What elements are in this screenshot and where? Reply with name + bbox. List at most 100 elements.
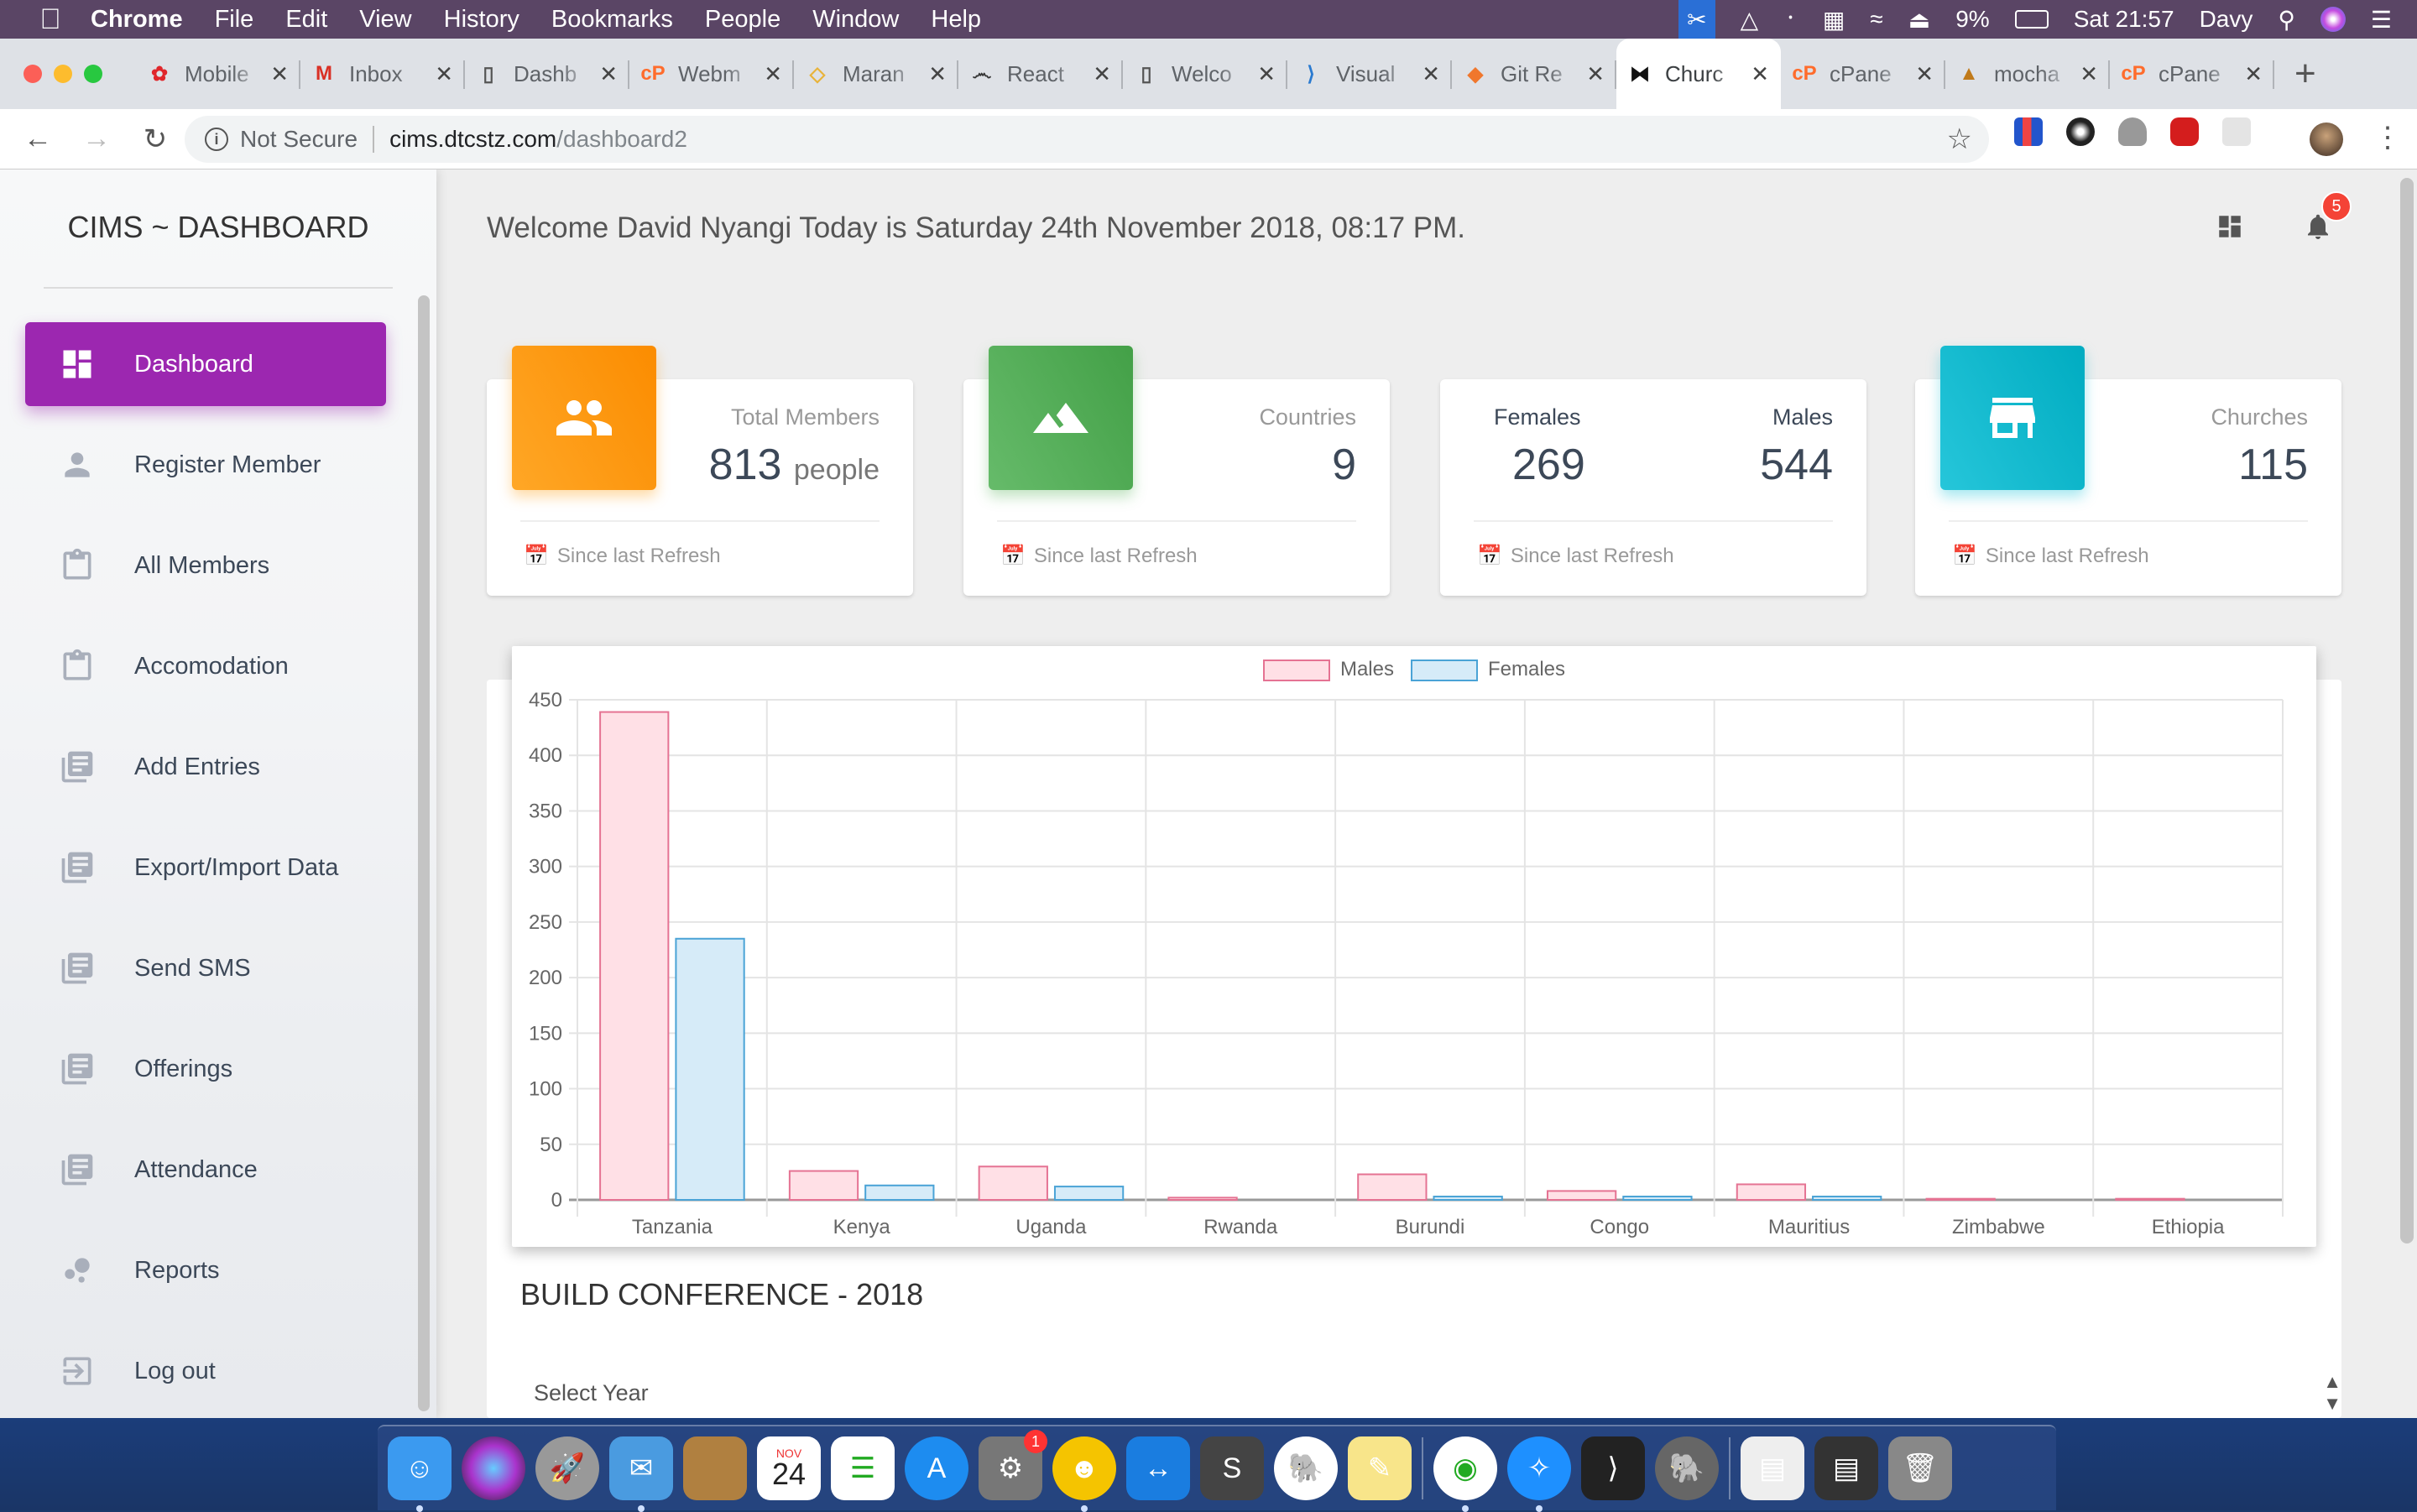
page-scrollbar[interactable] <box>2400 178 2414 1243</box>
dock-siri-icon[interactable] <box>462 1436 525 1500</box>
bookmark-star-icon[interactable]: ☆ <box>1947 123 1972 156</box>
dock-calendar-icon[interactable]: NOV 24 <box>757 1436 821 1500</box>
browser-tab[interactable]: ✿ Mobile ✕ <box>136 39 300 109</box>
maximize-window-button[interactable] <box>84 65 102 83</box>
battery-percent[interactable]: 9% <box>1955 6 1989 33</box>
dock-chrome-icon[interactable]: ◉ <box>1433 1436 1497 1512</box>
close-tab-icon[interactable]: ✕ <box>599 61 618 87</box>
menu-window[interactable]: Window <box>812 6 899 34</box>
menu-people[interactable]: People <box>705 6 780 34</box>
back-button[interactable]: ← <box>8 123 67 155</box>
spotlight-search-icon[interactable]: ⚲ <box>2278 6 2295 34</box>
dock-sublime-text-icon[interactable]: S <box>1200 1436 1264 1500</box>
dock-preview-icon[interactable]: ▤ <box>1814 1436 1878 1500</box>
adblock-extension-icon[interactable] <box>2170 117 2199 146</box>
dock-system-preferences-icon[interactable]: ⚙ 1 <box>979 1430 1047 1500</box>
close-tab-icon[interactable]: ✕ <box>1915 61 1934 87</box>
browser-tab[interactable]: ⧓ Churc ✕ <box>1616 39 1781 109</box>
sidebar-item-accomodation[interactable]: Accomodation <box>25 624 386 708</box>
forward-button[interactable]: → <box>67 123 126 155</box>
notifications-button[interactable]: 5 <box>2303 191 2352 246</box>
menu-file[interactable]: File <box>215 6 254 34</box>
browser-tab[interactable]: cP cPane ✕ <box>1781 39 1945 109</box>
menu-edit[interactable]: Edit <box>285 6 327 34</box>
airplay-icon[interactable]: △ <box>1741 6 1759 34</box>
menu-view[interactable]: View <box>359 6 411 34</box>
browser-tab[interactable]: ⟩ Visual ✕ <box>1287 39 1452 109</box>
url-path[interactable]: /dashboard2 <box>556 126 687 153</box>
browser-tab[interactable]: M Inbox ✕ <box>300 39 465 109</box>
close-tab-icon[interactable]: ✕ <box>2244 61 2263 87</box>
dock-finder-icon[interactable]: ☺ <box>388 1436 452 1512</box>
eject-icon[interactable]: ⏏ <box>1908 6 1930 34</box>
dock-trash-icon[interactable]: 🗑 <box>1888 1436 1952 1500</box>
sidebar-item-attendance[interactable]: Attendance <box>25 1128 386 1212</box>
menu-help[interactable]: Help <box>931 6 981 34</box>
close-tab-icon[interactable]: ✕ <box>764 61 782 87</box>
wifi-icon[interactable]: ≈ <box>1870 6 1882 33</box>
close-tab-icon[interactable]: ✕ <box>1257 61 1276 87</box>
siri-icon[interactable] <box>2320 7 2346 32</box>
chrome-menu-icon[interactable]: ⋮ <box>2373 121 2402 154</box>
browser-tab[interactable]: ◆ Git Re ✕ <box>1452 39 1616 109</box>
close-window-button[interactable] <box>23 65 42 83</box>
new-tab-button[interactable]: + <box>2294 53 2316 95</box>
dock-tableplus-icon[interactable]: 🐘 <box>1655 1436 1719 1500</box>
lighthouse-extension-icon[interactable] <box>2014 117 2043 146</box>
reload-button[interactable]: ↻ <box>126 123 185 156</box>
browser-tab[interactable]: ▯ Welco ✕ <box>1123 39 1287 109</box>
dock-preview-icon[interactable]: ▤ <box>1741 1436 1804 1500</box>
sidebar-item-offerings[interactable]: Offerings <box>25 1027 386 1111</box>
url-host[interactable]: cims.dtcstz.com <box>389 126 556 153</box>
sidebar-scrollbar[interactable] <box>418 295 430 1411</box>
sidebar-item-send-sms[interactable]: Send SMS <box>25 926 386 1010</box>
close-tab-icon[interactable]: ✕ <box>270 61 289 87</box>
sidebar-item-dashboard[interactable]: Dashboard <box>25 322 386 406</box>
sidebar-brand[interactable]: CIMS ~ DASHBOARD <box>0 210 436 245</box>
sidebar-item-log-out[interactable]: Log out <box>25 1329 386 1413</box>
close-tab-icon[interactable]: ✕ <box>2080 61 2098 87</box>
security-label[interactable]: Not Secure <box>240 126 358 153</box>
apple-menu-icon[interactable]:  <box>34 3 67 36</box>
helmet-extension-icon[interactable] <box>2066 117 2095 146</box>
address-bar[interactable]: i Not Secure cims.dtcstz.com/dashboard2 … <box>185 116 1989 163</box>
clock[interactable]: Sat 21:57 <box>2074 6 2174 33</box>
sidebar-item-register-member[interactable]: Register Member <box>25 423 386 507</box>
keyboard-icon[interactable]: ▦ <box>1823 6 1845 34</box>
sidebar-item-add-entries[interactable]: Add Entries <box>25 725 386 809</box>
menu-bookmarks[interactable]: Bookmarks <box>551 6 673 34</box>
dock-teamviewer-icon[interactable]: ↔ <box>1126 1436 1190 1500</box>
dock-reminders-icon[interactable]: ☰ <box>831 1436 895 1500</box>
dock-stickies-icon[interactable]: ✎ <box>1348 1436 1412 1500</box>
close-tab-icon[interactable]: ✕ <box>1093 61 1111 87</box>
dashboard-toggle-button[interactable] <box>2216 212 2244 245</box>
select-year-dropdown[interactable]: Select Year ▲ ▼ <box>520 1368 2367 1418</box>
sidebar-item-all-members[interactable]: All Members <box>25 524 386 607</box>
sidebar-item-reports[interactable]: Reports <box>25 1228 386 1312</box>
dock-contacts-icon[interactable] <box>683 1436 747 1500</box>
close-tab-icon[interactable]: ✕ <box>1586 61 1605 87</box>
dock-lynda-icon[interactable]: ☻ <box>1052 1436 1116 1512</box>
browser-tab[interactable]: ෴ React ✕ <box>958 39 1123 109</box>
browser-tab[interactable]: cP Webm ✕ <box>629 39 794 109</box>
dock-safari-icon[interactable]: ✧ <box>1507 1436 1571 1512</box>
close-tab-icon[interactable]: ✕ <box>1422 61 1440 87</box>
close-tab-icon[interactable]: ✕ <box>435 61 453 87</box>
menu-history[interactable]: History <box>444 6 519 34</box>
react-devtools-extension-icon[interactable] <box>2222 117 2251 146</box>
menu-app-name[interactable]: Chrome <box>91 6 183 34</box>
close-tab-icon[interactable]: ✕ <box>928 61 947 87</box>
minimize-window-button[interactable] <box>54 65 72 83</box>
browser-tab[interactable]: cP cPane ✕ <box>2110 39 2274 109</box>
info-icon[interactable]: i <box>205 128 228 151</box>
dock-evernote-icon[interactable]: 🐘 <box>1274 1436 1338 1500</box>
dock-launchpad-icon[interactable]: 🚀 <box>535 1436 599 1500</box>
user-name[interactable]: Davy <box>2200 6 2253 33</box>
browser-tab[interactable]: ◇ Maran ✕ <box>794 39 958 109</box>
browser-tab[interactable]: ▯ Dashb ✕ <box>465 39 629 109</box>
notification-center-icon[interactable]: ☰ <box>2371 6 2392 34</box>
dock-app-store-icon[interactable]: A <box>905 1436 968 1500</box>
ghost-extension-icon[interactable] <box>2118 117 2147 146</box>
dock-mail-icon[interactable]: ✉ <box>609 1436 673 1512</box>
bluetooth-icon[interactable]: ᛫ <box>1783 6 1798 33</box>
